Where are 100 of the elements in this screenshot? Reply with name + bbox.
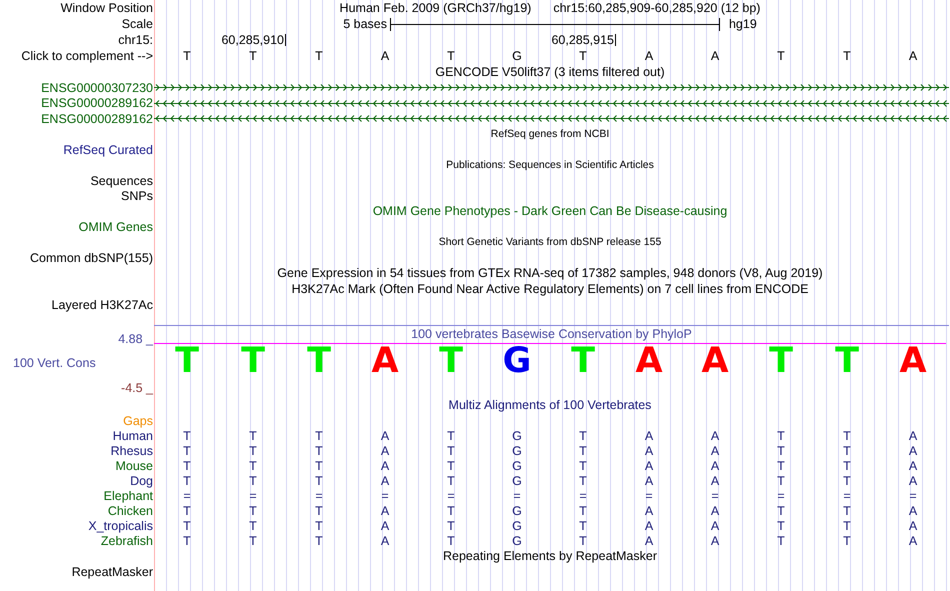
aligned-base: T	[579, 520, 587, 532]
track-label: Common dbSNP(155)	[30, 252, 153, 264]
aligned-base: T	[183, 474, 191, 488]
aligned-base: A	[908, 504, 918, 518]
aligned-base: T	[777, 520, 785, 532]
aligned-base: G	[512, 534, 522, 548]
aligned-base: A	[644, 504, 654, 518]
aligned-base: A	[908, 460, 918, 472]
logo-letter: T	[439, 344, 463, 378]
track-title: Gene Expression in 54 tissues from GTEx RNA-seq of 17382 samples, 948 donors (V8, Aug 2019)	[277, 267, 823, 280]
species-label: Human	[112, 430, 153, 442]
logo-letter: G	[502, 344, 532, 378]
row-label: Scale	[122, 18, 153, 30]
aligned-base: T	[447, 520, 455, 532]
aligned-base: T	[183, 504, 191, 518]
aligned-base: A	[710, 474, 720, 488]
genome-position: chr15:60,285,909-60,285,920 (12 bp)	[553, 2, 760, 14]
aligned-base: A	[908, 474, 918, 488]
aligned-base: T	[579, 430, 587, 442]
aligned-base: A	[380, 430, 390, 442]
aligned-base: T	[315, 460, 323, 472]
aligned-base: T	[315, 520, 323, 532]
aligned-base: T	[579, 474, 587, 488]
aligned-base: T	[249, 430, 257, 442]
coordinate-tick: 60,285,915	[551, 34, 616, 46]
aligned-base: A	[644, 534, 654, 548]
logo-letter: T	[769, 344, 793, 378]
aligned-base: T	[315, 534, 323, 548]
base-letter: T	[315, 50, 323, 62]
axis-max-label: 4.88 _	[118, 332, 153, 346]
aligned-base: =	[447, 490, 455, 502]
track-label: Layered H3K27Ac	[52, 298, 153, 312]
aligned-base: =	[513, 490, 521, 502]
track-label: Sequences	[90, 174, 153, 188]
aligned-base: T	[777, 460, 785, 472]
aligned-base: T	[183, 430, 191, 442]
aligned-base: A	[710, 520, 720, 532]
aligned-base: T	[777, 534, 785, 548]
aligned-base: T	[579, 534, 587, 548]
aligned-base: T	[249, 534, 257, 548]
aligned-base: G	[512, 430, 522, 442]
aligned-base: A	[908, 534, 918, 548]
base-letter: A	[710, 50, 720, 62]
aligned-base: T	[843, 460, 851, 472]
aligned-base: T	[843, 504, 851, 518]
aligned-base: T	[777, 474, 785, 488]
species-label: Chicken	[108, 504, 153, 518]
species-label: Rhesus	[110, 444, 153, 458]
logo-letter: A	[371, 344, 399, 378]
track-title: RefSeq genes from NCBI	[490, 129, 610, 140]
aligned-base: T	[777, 504, 785, 518]
aligned-base: A	[710, 444, 720, 458]
species-label: Dog	[130, 474, 153, 488]
aligned-base: T	[183, 444, 191, 458]
aligned-base: A	[380, 504, 390, 518]
aligned-base: T	[447, 504, 455, 518]
gene-label: ENSG00000289162	[41, 112, 153, 125]
aligned-base: A	[908, 430, 918, 442]
logo-letter: T	[241, 344, 265, 378]
aligned-base: =	[843, 490, 851, 502]
aligned-base: A	[380, 444, 390, 458]
track-title: Multiz Alignments of 100 Vertebrates	[448, 399, 652, 412]
aligned-base: G	[512, 520, 522, 532]
aligned-base: T	[249, 460, 257, 472]
aligned-base: T	[777, 444, 785, 458]
aligned-base: T	[447, 534, 455, 548]
species-label: Zebrafish	[100, 534, 153, 548]
aligned-base: T	[183, 534, 191, 548]
aligned-base: T	[447, 474, 455, 488]
base-letter: T	[249, 50, 257, 62]
base-letter: A	[908, 50, 918, 62]
row-label: Window Position	[60, 2, 153, 14]
aligned-base: T	[447, 444, 455, 458]
row-label: chr15:	[118, 34, 153, 46]
aligned-base: T	[249, 504, 257, 518]
aligned-base: T	[579, 444, 587, 458]
aligned-base: T	[447, 430, 455, 442]
aligned-base: T	[249, 444, 257, 458]
track-label: RefSeq Curated	[63, 144, 153, 156]
scale-label: 5 bases	[343, 18, 387, 30]
logo-letter: T	[835, 344, 859, 378]
aligned-base: A	[644, 430, 654, 442]
aligned-base: =	[315, 490, 323, 502]
logo-letter: A	[635, 344, 663, 378]
base-letter: T	[843, 50, 851, 62]
species-label: Elephant	[104, 490, 153, 502]
track-label: 100 Vert. Cons	[12, 356, 96, 370]
base-letter: T	[579, 50, 587, 62]
aligned-base: T	[249, 520, 257, 532]
aligned-base: =	[249, 490, 257, 502]
base-letter: A	[644, 50, 654, 62]
aligned-base: =	[381, 490, 389, 502]
aligned-base: T	[579, 460, 587, 472]
aligned-base: =	[909, 490, 917, 502]
base-letter: A	[380, 50, 390, 62]
track-label: RepeatMasker	[72, 566, 153, 578]
coordinate-tick: 60,285,910	[221, 34, 286, 46]
aligned-base: T	[579, 504, 587, 518]
logo-letter: T	[175, 344, 199, 378]
aligned-base: T	[843, 430, 851, 442]
